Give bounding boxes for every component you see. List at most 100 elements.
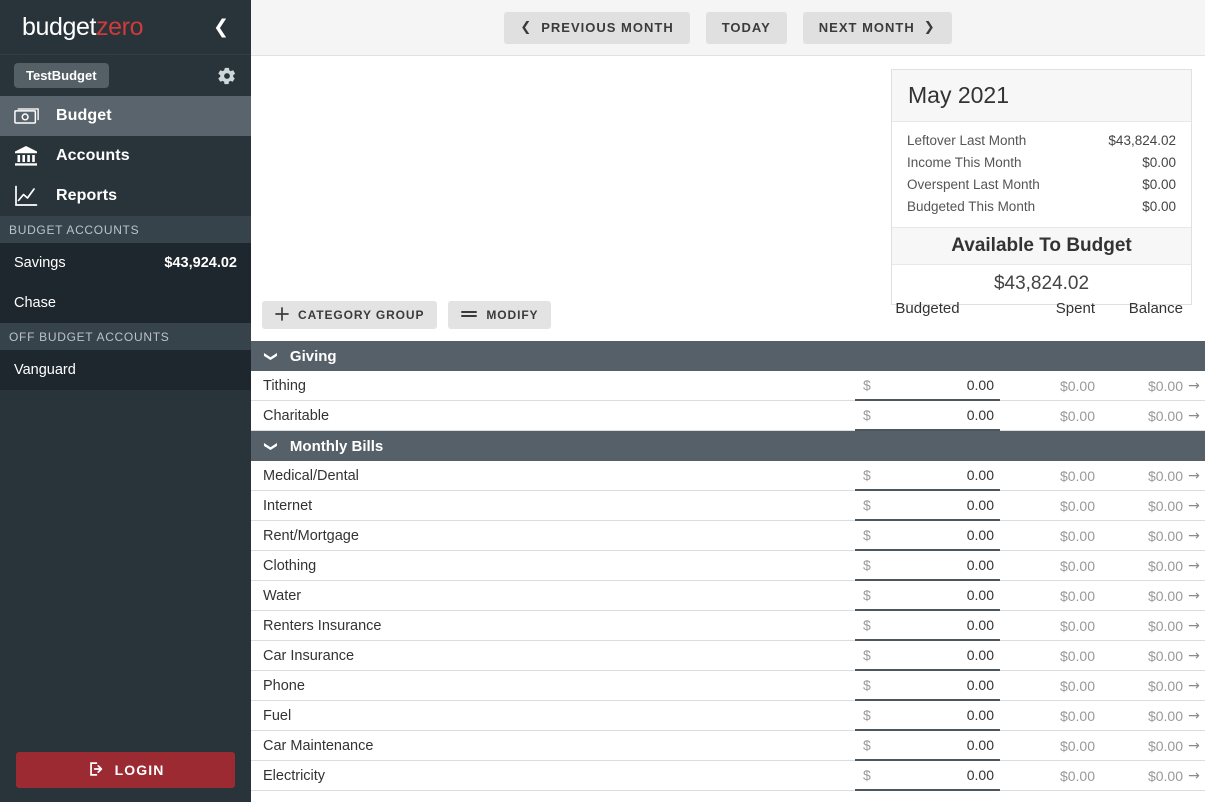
budgeted-input[interactable] [914, 466, 994, 483]
summary-value: $0.00 [1142, 199, 1176, 214]
budgeted-cell[interactable]: $ [855, 641, 1000, 671]
arrow-right-icon[interactable]: → [1183, 678, 1205, 694]
previous-month-button[interactable]: ❮ PREVIOUS MONTH [504, 11, 690, 44]
currency-symbol: $ [863, 706, 871, 723]
sidebar: budgetzero ❮ TestBudget Budget Accounts … [0, 0, 251, 802]
summary-value: $0.00 [1142, 155, 1176, 170]
table-row[interactable]: Fuel$$0.00$0.00→ [251, 701, 1205, 731]
next-month-button[interactable]: NEXT MONTH ❯ [802, 11, 952, 44]
sidebar-item-budget[interactable]: Budget [0, 96, 251, 136]
login-button-label: LOGIN [114, 762, 165, 778]
arrow-right-icon[interactable]: → [1183, 558, 1205, 574]
summary-row-overspent: Overspent Last Month $0.00 [907, 174, 1176, 196]
account-row-chase[interactable]: Chase [0, 283, 251, 323]
table-row[interactable]: Car Maintenance$$0.00$0.00→ [251, 731, 1205, 761]
table-row[interactable]: Renters Insurance$$0.00$0.00→ [251, 611, 1205, 641]
sidebar-item-reports[interactable]: Reports [0, 176, 251, 216]
budgeted-cell[interactable]: $ [855, 701, 1000, 731]
balance-cell: $0.00 [1147, 527, 1183, 544]
off-budget-accounts-header: OFF BUDGET ACCOUNTS [0, 323, 251, 350]
budgeted-input[interactable] [914, 676, 994, 693]
table-row[interactable]: Electricity$$0.00$0.00→ [251, 761, 1205, 791]
budgeted-cell[interactable]: $ [855, 731, 1000, 761]
available-to-budget-label: Available To Budget [892, 227, 1191, 265]
login-button[interactable]: LOGIN [16, 752, 235, 788]
modify-button[interactable]: MODIFY [448, 301, 552, 329]
arrow-right-icon[interactable]: → [1183, 588, 1205, 604]
table-row[interactable]: Rent/Mortgage$$0.00$0.00→ [251, 521, 1205, 551]
budgeted-cell[interactable]: $ [855, 611, 1000, 641]
budgeted-cell[interactable]: $ [855, 461, 1000, 491]
budget-selector-bar: TestBudget [0, 55, 251, 96]
budgeted-input[interactable] [914, 496, 994, 513]
budgeted-input[interactable] [914, 556, 994, 573]
summary-value: $0.00 [1142, 177, 1176, 192]
category-group-header[interactable]: ❯ Monthly Bills [251, 431, 1205, 461]
summary-label: Income This Month [907, 155, 1022, 170]
arrow-right-icon[interactable]: → [1183, 618, 1205, 634]
table-row[interactable]: Internet$$0.00$0.00→ [251, 491, 1205, 521]
category-name: Fuel [263, 707, 292, 724]
budgeted-cell[interactable]: $ [855, 401, 1000, 431]
arrow-right-icon[interactable]: → [1183, 708, 1205, 724]
bank-icon [14, 145, 56, 167]
arrow-right-icon[interactable]: → [1183, 408, 1205, 424]
arrow-right-icon[interactable]: → [1183, 648, 1205, 664]
budgeted-input[interactable] [914, 736, 994, 753]
spent-cell: $0.00 [1059, 767, 1095, 784]
budgeted-input[interactable] [914, 706, 994, 723]
login-button-wrap: LOGIN [0, 738, 251, 802]
arrow-right-icon[interactable]: → [1183, 468, 1205, 484]
account-row-vanguard[interactable]: Vanguard [0, 350, 251, 390]
balance-cell: $0.00 [1147, 557, 1183, 574]
budgeted-cell[interactable]: $ [855, 671, 1000, 701]
today-button[interactable]: TODAY [705, 11, 787, 44]
budgeted-input[interactable] [914, 766, 994, 783]
today-label: TODAY [721, 20, 771, 35]
budgeted-cell[interactable]: $ [855, 371, 1000, 401]
money-icon [14, 106, 56, 126]
budgeted-cell[interactable]: $ [855, 521, 1000, 551]
category-group-header[interactable]: ❯ Giving [251, 341, 1205, 371]
account-row-savings[interactable]: Savings $43,924.02 [0, 243, 251, 283]
arrow-right-icon[interactable]: → [1183, 528, 1205, 544]
table-row[interactable]: Clothing$$0.00$0.00→ [251, 551, 1205, 581]
table-row[interactable]: Charitable$$0.00$0.00→ [251, 401, 1205, 431]
budgeted-input[interactable] [914, 646, 994, 663]
budgeted-cell[interactable]: $ [855, 491, 1000, 521]
chevron-left-icon[interactable]: ❮ [207, 16, 235, 39]
budgeted-input[interactable] [914, 616, 994, 633]
chevron-down-icon[interactable]: ❯ [263, 441, 278, 452]
budgeted-cell[interactable]: $ [855, 551, 1000, 581]
chevron-down-icon[interactable]: ❯ [263, 351, 278, 362]
modify-label: MODIFY [486, 308, 539, 322]
category-name: Electricity [263, 767, 326, 784]
balance-cell: $0.00 [1147, 377, 1183, 394]
table-action-buttons: CATEGORY GROUP MODIFY [262, 301, 552, 329]
table-row[interactable]: Phone$$0.00$0.00→ [251, 671, 1205, 701]
spent-cell: $0.00 [1059, 557, 1095, 574]
budgeted-cell[interactable]: $ [855, 761, 1000, 791]
table-row[interactable]: Tithing$$0.00$0.00→ [251, 371, 1205, 401]
arrow-right-icon[interactable]: → [1183, 738, 1205, 754]
summary-label: Budgeted This Month [907, 199, 1036, 214]
arrow-right-icon[interactable]: → [1183, 498, 1205, 514]
account-name: Vanguard [14, 362, 76, 378]
budgeted-cell[interactable]: $ [855, 581, 1000, 611]
budgeted-input[interactable] [914, 406, 994, 423]
gear-icon[interactable] [217, 66, 237, 86]
arrow-right-icon[interactable]: → [1183, 378, 1205, 394]
budgeted-input[interactable] [914, 376, 994, 393]
next-month-label: NEXT MONTH [818, 20, 915, 35]
add-category-group-button[interactable]: CATEGORY GROUP [262, 301, 438, 329]
arrow-right-icon[interactable]: → [1183, 768, 1205, 784]
sidebar-item-accounts[interactable]: Accounts [0, 136, 251, 176]
table-row[interactable]: Water$$0.00$0.00→ [251, 581, 1205, 611]
budgeted-input[interactable] [914, 586, 994, 603]
balance-cell: $0.00 [1147, 617, 1183, 634]
currency-symbol: $ [863, 496, 871, 513]
table-row[interactable]: Car Insurance$$0.00$0.00→ [251, 641, 1205, 671]
budgeted-input[interactable] [914, 526, 994, 543]
table-row[interactable]: Medical/Dental$$0.00$0.00→ [251, 461, 1205, 491]
budget-name-chip[interactable]: TestBudget [14, 63, 109, 88]
